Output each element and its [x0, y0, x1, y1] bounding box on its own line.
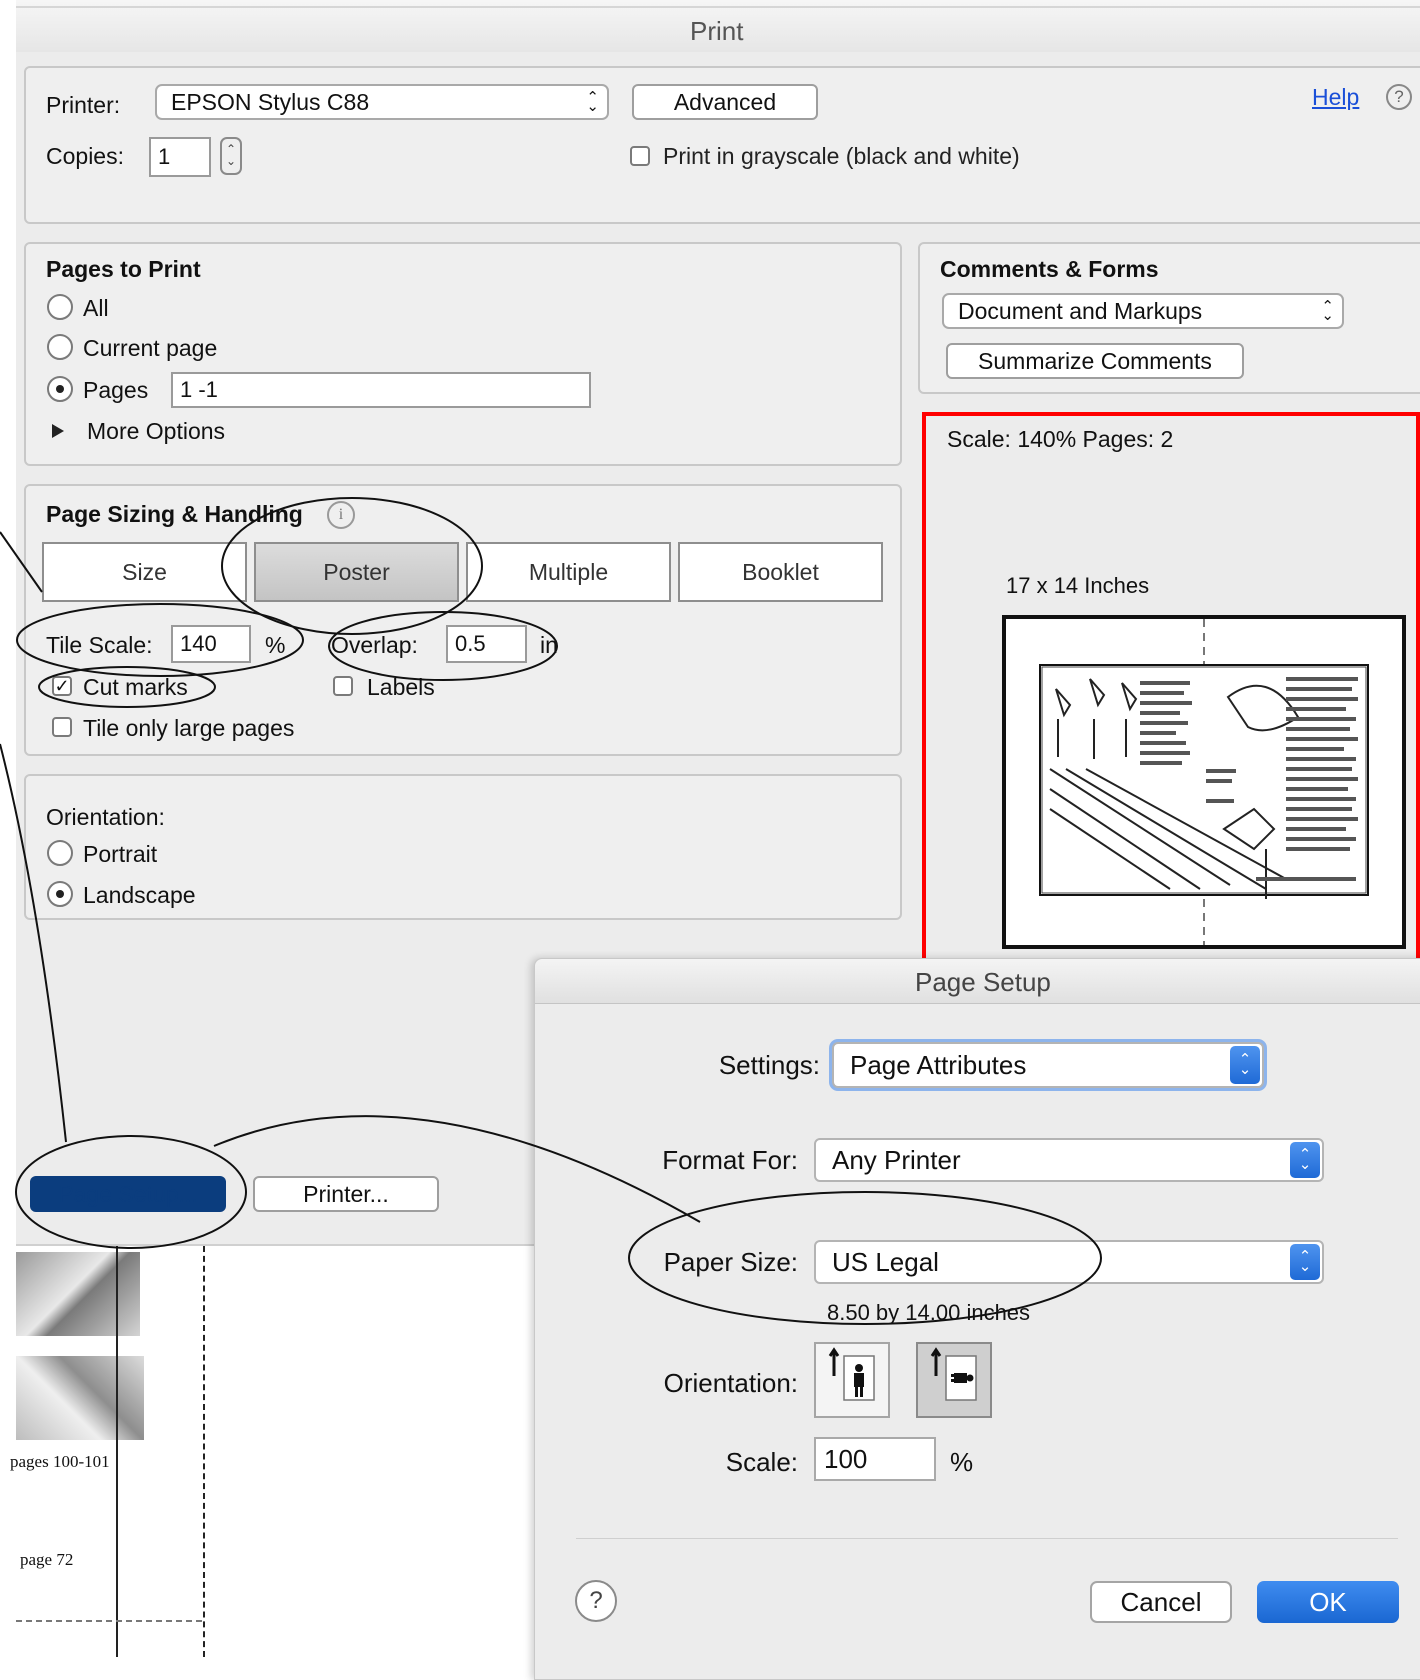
window-top-edge: [16, 6, 1420, 8]
doc-vertical-line: [116, 1246, 118, 1657]
tab-multiple[interactable]: Multiple: [466, 542, 671, 602]
radio-all-label: All: [83, 295, 109, 321]
portrait-orientation-button[interactable]: [814, 1342, 890, 1418]
orientation-label: Orientation:: [663, 1368, 798, 1398]
radio-portrait-label: Portrait: [83, 841, 158, 867]
page-setup-help-button[interactable]: ?: [575, 1580, 617, 1622]
page-sizing-heading: Page Sizing & Handling: [46, 501, 303, 527]
paper-size-select[interactable]: US Legal ⌃ ⌄: [814, 1240, 1324, 1284]
radio-current-page[interactable]: [47, 334, 73, 360]
landscape-orientation-button[interactable]: [916, 1342, 992, 1418]
radio-portrait[interactable]: [47, 840, 73, 866]
background-shadow-line: [16, 1244, 536, 1246]
cut-marks-label: Cut marks: [83, 674, 188, 700]
chevron-updown-icon: ⌃ ⌄: [1230, 1046, 1260, 1084]
page-setup-button[interactable]: Page Setup...: [30, 1176, 226, 1212]
orientation-heading: Orientation:: [46, 804, 165, 830]
radio-pages-label: Pages: [83, 377, 149, 403]
preview-scale-text: Scale: 140% Pages: 2: [947, 426, 1174, 452]
tile-scale-unit: %: [265, 632, 286, 658]
tile-large-pages-checkbox[interactable]: [52, 717, 72, 737]
paper-dimensions: 8.50 by 14.00 inches: [827, 1300, 1031, 1325]
labels-label: Labels: [367, 674, 435, 700]
radio-landscape[interactable]: [47, 881, 73, 907]
tab-booklet[interactable]: Booklet: [678, 542, 883, 602]
radio-current-page-label: Current page: [83, 335, 218, 361]
settings-value: Page Attributes: [850, 1049, 1027, 1080]
settings-select[interactable]: Page Attributes ⌃ ⌄: [832, 1042, 1264, 1088]
comments-forms-heading: Comments & Forms: [940, 256, 1159, 282]
printer-label: Printer:: [46, 92, 121, 118]
doc-dashed-rule: [16, 1620, 202, 1622]
tab-size[interactable]: Size: [42, 542, 247, 602]
overlap-unit: in: [540, 632, 558, 658]
tab-poster[interactable]: Poster: [254, 542, 459, 602]
scale-unit: %: [950, 1447, 974, 1477]
format-for-select[interactable]: Any Printer ⌃ ⌄: [814, 1138, 1324, 1182]
doc-photo-1: [16, 1252, 140, 1336]
portrait-person-icon: [828, 1347, 875, 1401]
settings-label: Settings:: [718, 1050, 820, 1080]
help-circle-icon[interactable]: ?: [1386, 84, 1412, 110]
cut-marks-checkbox[interactable]: ✓: [52, 676, 72, 696]
doc-photo-2: [16, 1356, 144, 1440]
pages-range-input[interactable]: 1 -1: [171, 372, 591, 408]
format-for-label: Format For:: [662, 1145, 798, 1175]
copies-stepper[interactable]: ⌃ ⌄: [220, 137, 242, 175]
chevron-updown-icon: ⌃ ⌄: [586, 89, 599, 115]
tile-scale-input[interactable]: 140: [171, 625, 251, 663]
radio-landscape-label: Landscape: [83, 882, 196, 908]
page-setup-divider: [576, 1538, 1398, 1539]
printer-button[interactable]: Printer...: [253, 1176, 439, 1212]
advanced-button[interactable]: Advanced: [632, 84, 818, 120]
doc-caption-2: page 72: [20, 1550, 74, 1569]
printer-select[interactable]: EPSON Stylus C88 ⌃ ⌄: [155, 84, 609, 120]
more-options-label[interactable]: More Options: [87, 418, 225, 445]
chevron-updown-icon: ⌃ ⌄: [1290, 1142, 1320, 1178]
chevron-updown-icon: ⌃ ⌄: [1321, 298, 1334, 324]
grayscale-checkbox[interactable]: [630, 146, 650, 166]
landscape-person-icon: [930, 1347, 977, 1401]
summarize-comments-button[interactable]: Summarize Comments: [946, 343, 1244, 379]
paper-size-value: US Legal: [832, 1246, 939, 1277]
comments-forms-value: Document and Markups: [958, 297, 1203, 324]
print-dialog-title: Print: [690, 16, 744, 46]
labels-checkbox[interactable]: [333, 676, 353, 696]
grayscale-label: Print in grayscale (black and white): [663, 143, 1020, 169]
cancel-button[interactable]: Cancel: [1090, 1581, 1232, 1623]
comments-forms-select[interactable]: Document and Markups ⌃ ⌄: [942, 293, 1344, 329]
preview-thumbnail: [1039, 619, 1369, 945]
pages-to-print-heading: Pages to Print: [46, 256, 201, 282]
copies-input[interactable]: 1: [149, 137, 211, 177]
printer-select-value: EPSON Stylus C88: [171, 88, 370, 115]
paper-size-label: Paper Size:: [663, 1247, 798, 1277]
info-icon[interactable]: i: [327, 501, 355, 529]
disclosure-triangle-icon[interactable]: [52, 424, 64, 438]
doc-dashed-line: [203, 1246, 205, 1657]
doc-caption-1: pages 100-101: [10, 1452, 110, 1471]
help-link[interactable]: Help: [1312, 84, 1359, 111]
page-setup-title: Page Setup: [915, 967, 1051, 997]
chevron-updown-icon: ⌃ ⌄: [1290, 1244, 1320, 1280]
overlap-input[interactable]: 0.5: [446, 625, 527, 663]
preview-size-text: 17 x 14 Inches: [1006, 573, 1150, 598]
radio-all[interactable]: [47, 294, 73, 320]
format-for-value: Any Printer: [832, 1144, 961, 1175]
scale-input[interactable]: 100: [814, 1437, 936, 1481]
tile-large-pages-label: Tile only large pages: [83, 715, 295, 741]
overlap-label: Overlap:: [331, 632, 418, 658]
tile-scale-label: Tile Scale:: [46, 632, 153, 658]
ok-button[interactable]: OK: [1257, 1581, 1399, 1623]
radio-pages[interactable]: [47, 376, 73, 402]
scale-label: Scale:: [725, 1447, 798, 1477]
copies-label: Copies:: [46, 143, 124, 169]
